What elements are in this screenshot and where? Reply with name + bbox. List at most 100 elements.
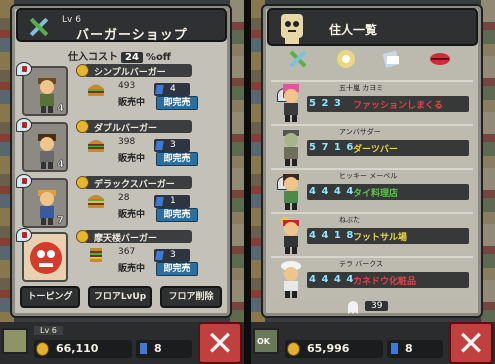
topping-button[interactable]: トーピング <box>20 286 80 308</box>
residents-panel: 住人一覧 五十嵐 カヨミ 5 2 3 ファッションしまくる アンバサダー 5 7 … <box>251 0 495 364</box>
instant-sellout-button[interactable]: 即完売 <box>156 152 198 166</box>
gem-cost-value: 3 <box>170 250 176 260</box>
floor-delete-button[interactable]: フロア削除 <box>160 286 222 308</box>
staff-level: 7 <box>57 215 64 226</box>
resident-avatar <box>283 174 299 210</box>
coin-icon <box>76 120 89 133</box>
resident-job: フットサル場 <box>353 233 408 243</box>
burger-icon <box>88 140 104 152</box>
gem-cost: 4 <box>154 83 190 96</box>
resident-filter-tabs <box>285 48 455 74</box>
burger-icon <box>88 84 104 96</box>
purchase-cost: 仕入コスト 24 %off <box>68 48 171 63</box>
instant-sellout-button[interactable]: 即完売 <box>156 262 198 276</box>
lips-icon[interactable] <box>429 48 451 70</box>
money-display: 65,996 <box>285 340 383 358</box>
resident-avatar <box>283 130 299 166</box>
item-name: 摩天楼バーガー <box>94 234 158 244</box>
resident-stats: 4 4 4 4 タイ料理店 <box>307 184 469 200</box>
resident-stat-values: 4 4 1 8 <box>309 230 355 241</box>
page-indicator: 39 <box>347 300 397 314</box>
instant-sellout-button[interactable]: 即完売 <box>156 208 198 222</box>
shop-header: Lv 6 バーガーショップ <box>16 8 227 43</box>
ok-label: OK <box>257 337 270 346</box>
shop-item: 4 ダブルバーガー 398 販売中 3 即完売 <box>16 118 226 174</box>
item-name: シンプルバーガー <box>94 68 166 78</box>
resident-stat-values: 4 4 4 4 <box>309 186 355 197</box>
sale-status: 販売中 <box>118 210 146 220</box>
staff-badge-icon <box>16 228 32 242</box>
item-name: ダブルバーガー <box>94 124 158 134</box>
resident-stats: 5 7 1 6 ダーツバー <box>307 140 469 156</box>
background-right <box>230 0 244 330</box>
gem-display: 8 <box>387 340 443 358</box>
close-button[interactable]: ✕ <box>198 322 242 364</box>
close-button[interactable]: ✕ <box>449 322 493 364</box>
shop-item: 4 シンプルバーガー 493 販売中 4 即完売 <box>16 62 226 118</box>
gem-icon <box>155 141 164 150</box>
gem-value: 8 <box>154 342 162 355</box>
staff-level: 4 <box>57 159 64 170</box>
coin-icon <box>287 342 300 356</box>
resident-row[interactable]: ねぶた 4 4 1 8 フットサル場 <box>271 212 473 254</box>
resident-stat-values: 5 2 3 <box>309 98 342 109</box>
gem-icon <box>140 343 147 354</box>
item-name: デラックスバーガー <box>94 180 175 190</box>
gem-icon <box>155 251 164 260</box>
money-display: 66,110 <box>34 340 132 358</box>
floor-thumbnail-icon[interactable] <box>2 328 28 354</box>
resident-stats: 4 4 1 8 フットサル場 <box>307 228 469 244</box>
resident-row[interactable]: 五十嵐 カヨミ 5 2 3 ファッションしまくる <box>271 80 473 122</box>
coin-icon <box>76 64 89 77</box>
resident-job: ファッションしまくる <box>353 101 443 111</box>
shop-item: 7 デラックスバーガー 28 販売中 1 即完売 <box>16 174 226 230</box>
stock-count: 367 <box>118 247 136 257</box>
food-icon[interactable] <box>335 48 357 70</box>
resident-row[interactable]: ヒッキー メーベル 4 4 4 4 タイ料理店 <box>271 168 473 210</box>
resident-row[interactable]: アンバサダー 5 7 1 6 ダーツバー <box>271 124 473 166</box>
background-right <box>481 0 495 330</box>
gem-value: 8 <box>405 342 413 355</box>
close-icon: ✕ <box>205 324 235 364</box>
resident-stat-values: 5 7 1 6 <box>309 142 355 153</box>
resident-stats: 5 2 3 ファッションしまくる <box>307 96 469 112</box>
coin-icon <box>76 230 89 243</box>
page-number: 39 <box>365 301 389 311</box>
work-icon[interactable] <box>287 48 309 70</box>
resident-face-icon <box>281 14 303 44</box>
sale-status: 販売中 <box>118 264 146 274</box>
burger-icon <box>88 195 104 208</box>
residents-title: 住人一覧 <box>329 23 378 37</box>
books-icon[interactable] <box>381 48 403 70</box>
gem-cost: 3 <box>154 249 190 262</box>
floor-level-up-button[interactable]: フロアLvUp <box>88 286 152 308</box>
coin-icon <box>76 176 89 189</box>
resident-name: 五十嵐 カヨミ <box>339 84 384 92</box>
resident-name: アンバサダー <box>339 128 381 136</box>
staff-badge-icon <box>16 62 32 76</box>
gem-display: 8 <box>136 340 192 358</box>
stock-count: 493 <box>118 81 136 91</box>
sale-status: 販売中 <box>118 154 146 164</box>
burger-shop-panel: Lv 6 バーガーショップ 仕入コスト 24 %off 4 シンプルバーガー 493… <box>0 0 244 364</box>
resident-name: ヒッキー メーベル <box>339 172 398 180</box>
stock-count: 398 <box>118 137 136 147</box>
ok-button[interactable]: OK <box>253 328 279 354</box>
resident-avatar <box>281 217 299 254</box>
item-name-bar: シンプルバーガー <box>76 64 192 78</box>
status-bar: OK 65,996 8 ✕ <box>251 322 495 364</box>
staff-badge-icon <box>16 118 32 132</box>
floor-actions: トーピング フロアLvUp フロア削除 <box>16 286 228 310</box>
instant-sellout-button[interactable]: 即完売 <box>156 96 198 110</box>
money-value: 65,996 <box>307 342 350 355</box>
resident-job: ダーツバー <box>353 145 398 155</box>
close-icon: ✕ <box>456 324 486 364</box>
resident-avatar <box>281 261 301 298</box>
resident-row[interactable]: テラ バークス 4 4 4 4 カネドウ化粧品 <box>271 256 473 298</box>
resident-job: タイ料理店 <box>353 189 399 199</box>
resident-stats: 4 4 4 4 カネドウ化粧品 <box>307 272 469 288</box>
item-name-bar: デラックスバーガー <box>76 176 192 190</box>
ghost-icon <box>348 301 358 314</box>
gem-cost-value: 3 <box>170 140 176 150</box>
tower-burger-icon <box>90 248 102 262</box>
